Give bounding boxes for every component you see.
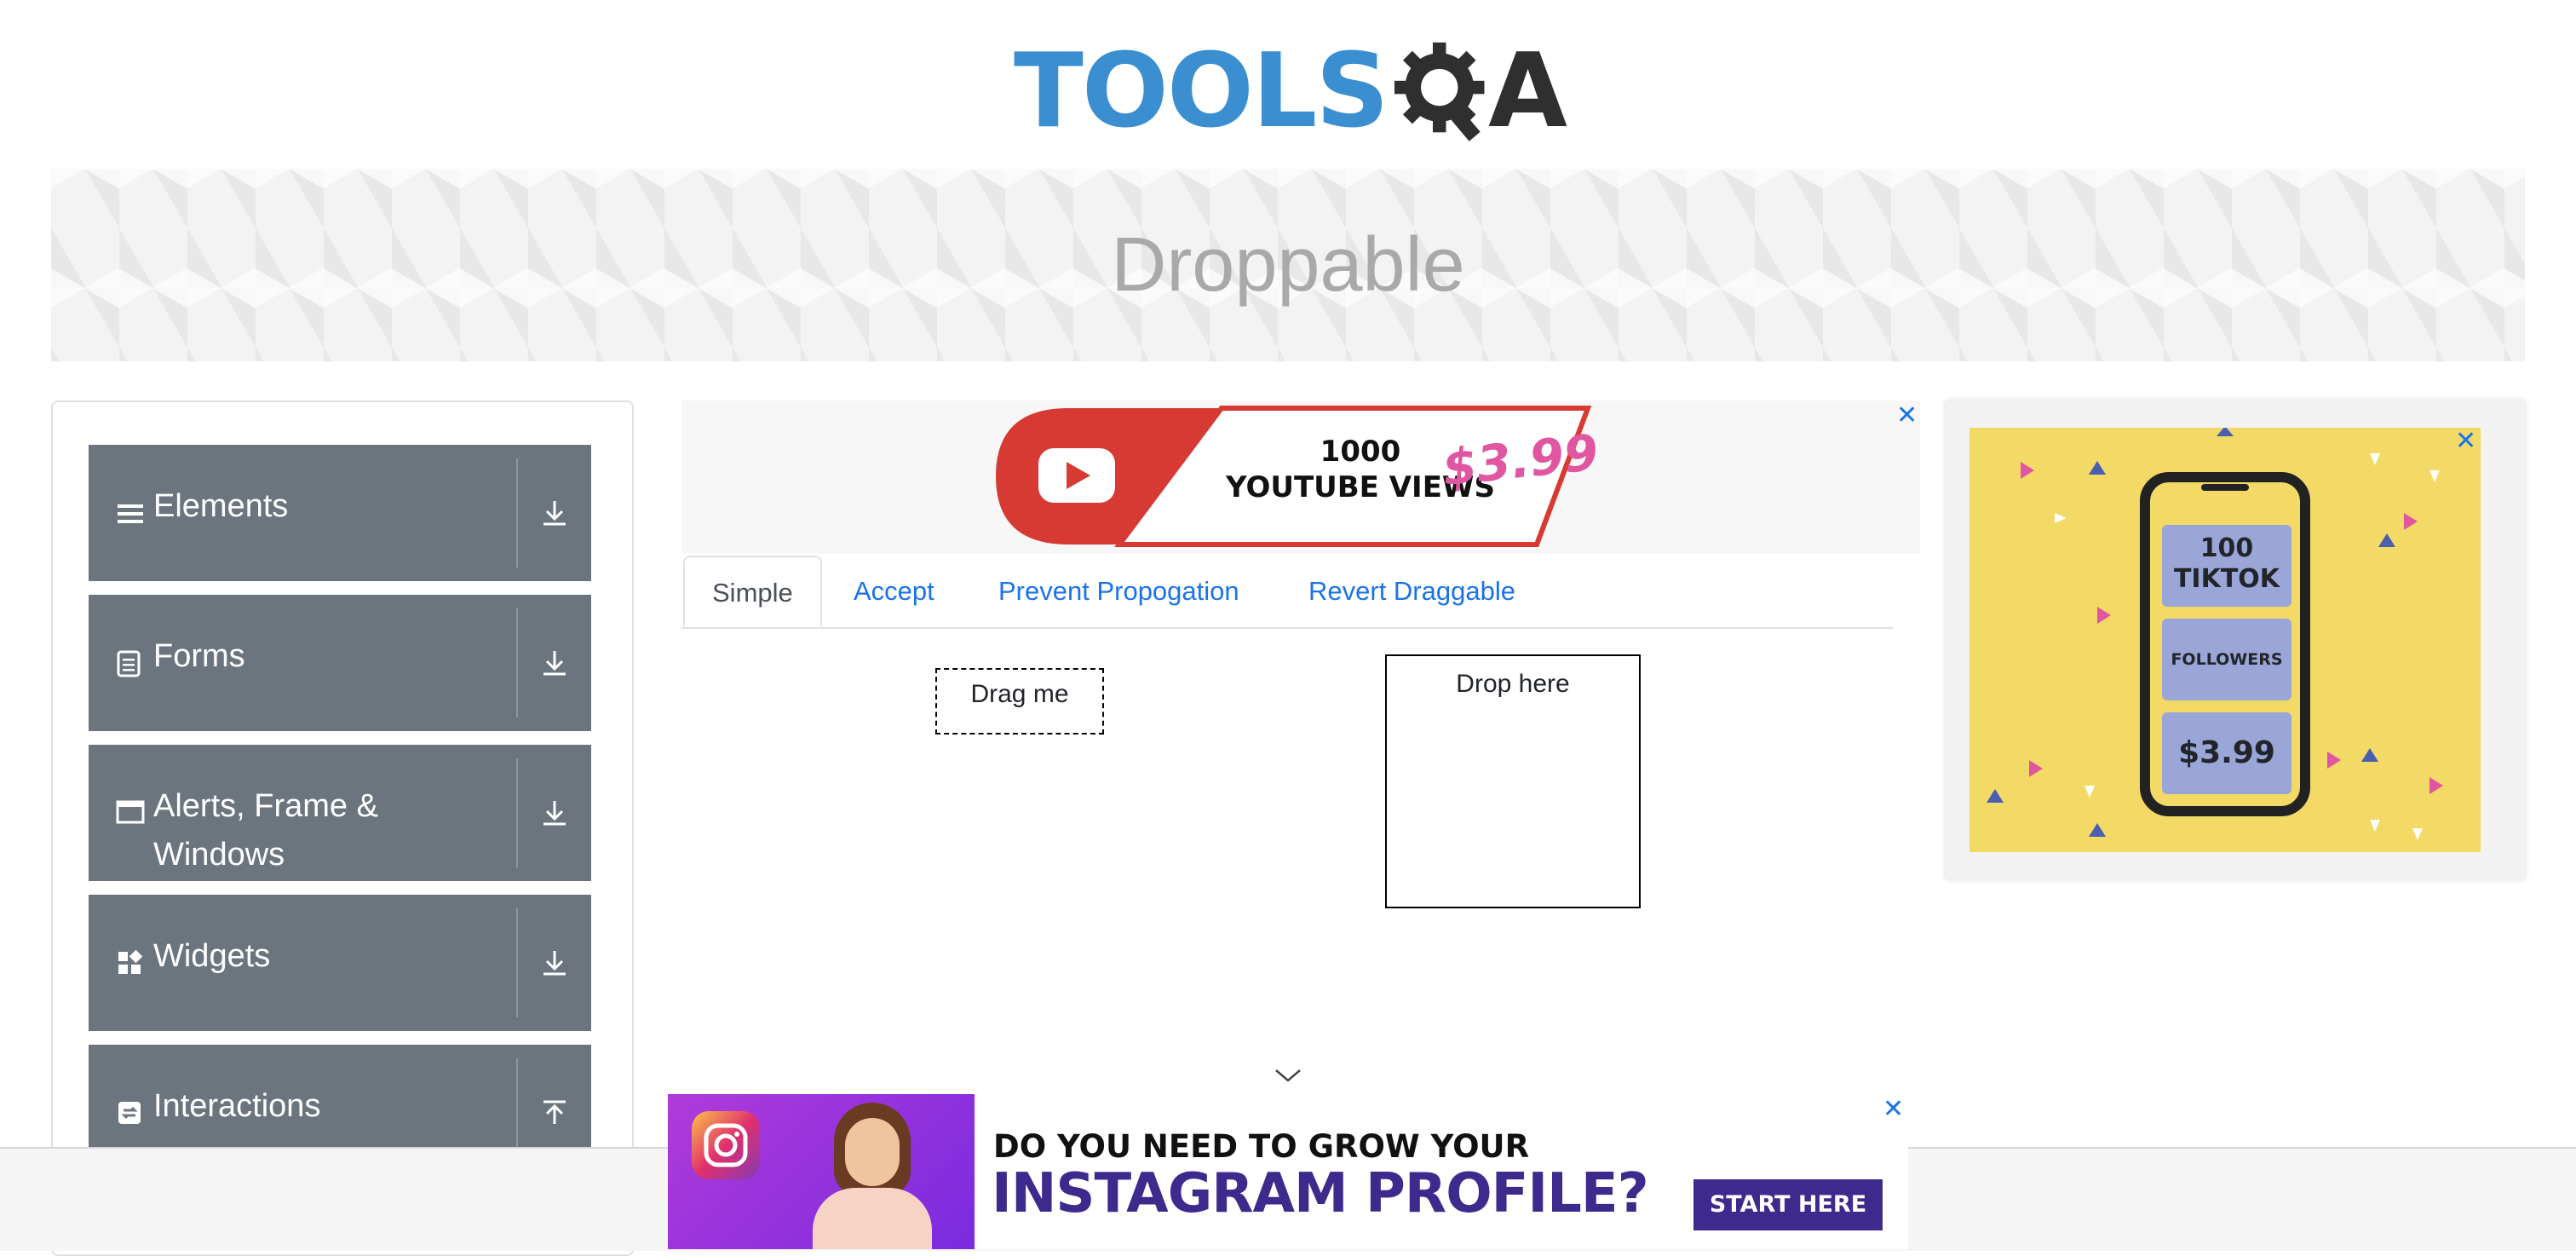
sidebar-group-forms[interactable]: Forms <box>89 595 591 731</box>
close-icon[interactable]: ✕ <box>1883 1094 1904 1124</box>
sidebar-group-label: Interactions <box>153 1088 321 1124</box>
followers-box: FOLLOWERS <box>2162 619 2291 700</box>
price-box: $3.99 <box>2162 712 2291 794</box>
sidebar-group-elements[interactable]: Elements <box>89 445 591 581</box>
window-icon <box>116 799 150 825</box>
page-banner: Droppable <box>51 169 2525 361</box>
tab-revert-draggable[interactable]: Revert Draggable <box>1308 556 1515 627</box>
phone-frame: 100 TIKTOK FOLLOWERS $3.99 <box>2140 472 2310 816</box>
close-icon[interactable]: ✕ <box>2455 428 2476 456</box>
tab-simple[interactable]: Simple <box>683 556 822 627</box>
document-icon <box>116 649 150 678</box>
close-icon[interactable]: ✕ <box>1896 400 1918 430</box>
download-arrow-icon[interactable] <box>518 745 591 881</box>
draggable-box[interactable]: Drag me <box>935 668 1104 735</box>
left-sidebar: Elements Forms Alerts, Frame & Windows W… <box>51 400 634 1256</box>
list-icon <box>116 499 150 528</box>
tiktok-followers-ad[interactable]: 100 TIKTOK FOLLOWERS $3.99 ✕ <box>1946 400 2525 879</box>
ad-person-illustration <box>796 1103 949 1249</box>
sidebar-group-label: Alerts, Frame & Windows <box>153 788 378 873</box>
sidebar-group-label: Forms <box>153 638 245 674</box>
phone-notch <box>2201 484 2249 491</box>
sidebar-group-label: Elements <box>153 488 289 524</box>
logo-text-a: A <box>1488 32 1567 151</box>
droppable-box[interactable]: Drop here <box>1385 654 1641 908</box>
instagram-growth-ad[interactable]: DO YOU NEED TO GROW YOUR INSTAGRAM PROFI… <box>668 1094 1908 1249</box>
start-here-button[interactable]: START HERE <box>1693 1179 1883 1230</box>
chevron-down-icon[interactable] <box>1273 1067 1303 1084</box>
tiktok-count: 100 <box>2199 533 2254 563</box>
toolsqa-logo[interactable]: TOOLS A <box>1014 24 1567 160</box>
droppable-tabs: Simple Accept Prevent Propogation Revert… <box>681 556 1893 629</box>
page-title: Droppable <box>1111 222 1465 308</box>
sidebar-group-widgets[interactable]: Widgets <box>89 895 591 1031</box>
tab-accept[interactable]: Accept <box>854 556 934 627</box>
youtube-views-ad[interactable]: 1000 YOUTUBE VIEWS $3.99 ✕ <box>681 400 1920 554</box>
tiktok-count-box: 100 TIKTOK <box>2162 525 2291 607</box>
ad-purple-panel <box>668 1094 975 1249</box>
widgets-icon <box>116 949 150 977</box>
tab-prevent-propogation[interactable]: Prevent Propogation <box>998 556 1239 627</box>
ad-headline-line1: DO YOU NEED TO GROW YOUR <box>993 1128 1530 1165</box>
tiktok-label: TIKTOK <box>2173 564 2280 594</box>
gear-magnifier-icon <box>1394 42 1485 141</box>
ad-headline-line2: INSTAGRAM PROFILE? <box>992 1162 1649 1225</box>
download-arrow-icon[interactable] <box>518 445 591 581</box>
interactions-icon <box>116 1099 150 1126</box>
sidebar-group-label: Widgets <box>153 938 271 974</box>
logo-text-tools: TOOLS <box>1014 32 1389 151</box>
sidebar-group-alerts[interactable]: Alerts, Frame & Windows <box>89 745 591 881</box>
ad-views-count: 1000 <box>1320 435 1401 469</box>
ad-yellow-panel: 100 TIKTOK FOLLOWERS $3.99 ✕ <box>1969 428 2481 852</box>
download-arrow-icon[interactable] <box>518 895 591 1031</box>
instagram-icon <box>692 1111 760 1179</box>
download-arrow-icon[interactable] <box>518 595 591 731</box>
